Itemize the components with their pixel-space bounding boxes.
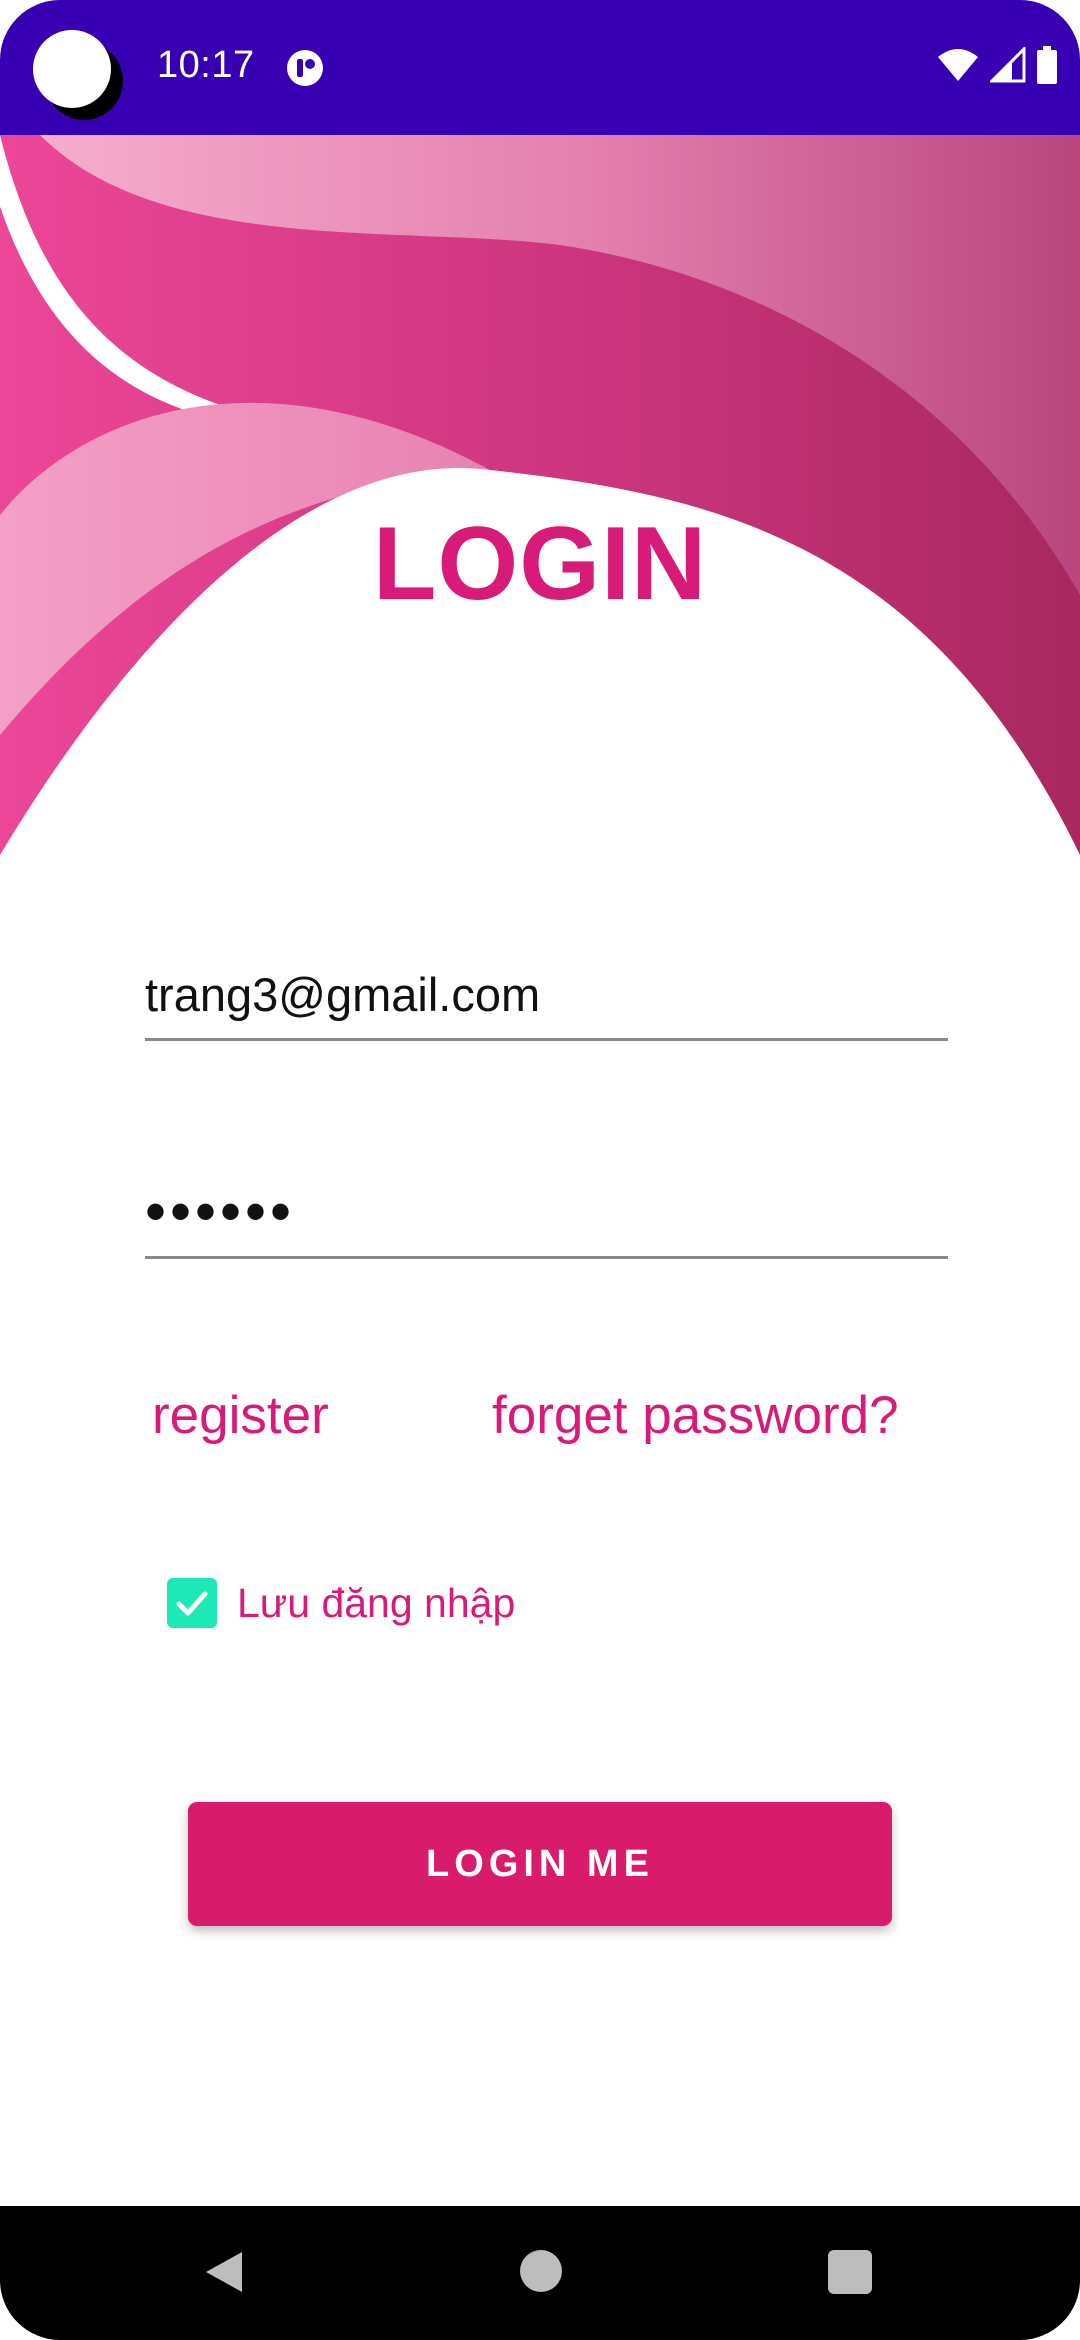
remember-login-label: Lưu đăng nhập <box>237 1579 516 1626</box>
forget-password-link[interactable]: forget password? <box>492 1385 899 1446</box>
status-time: 10:17 <box>157 44 255 86</box>
app-notification-icon <box>285 48 325 93</box>
checkbox-box[interactable] <box>167 1578 217 1628</box>
header-wave-art <box>0 135 1080 855</box>
camera-icon <box>33 30 111 108</box>
password-input[interactable] <box>145 1177 948 1246</box>
navigation-bar <box>0 2206 1080 2340</box>
remember-login-checkbox[interactable]: Lưu đăng nhập <box>167 1578 515 1628</box>
wifi-icon <box>936 47 980 88</box>
recent-apps-icon[interactable] <box>828 2250 872 2294</box>
email-field[interactable] <box>145 948 948 1041</box>
battery-icon <box>1036 46 1058 89</box>
back-icon[interactable] <box>202 2248 246 2301</box>
password-field[interactable] <box>145 1166 948 1259</box>
page-title: LOGIN <box>372 506 708 622</box>
signal-icon <box>988 45 1026 88</box>
home-icon[interactable] <box>520 2250 562 2292</box>
check-icon <box>176 1591 208 1616</box>
status-icons <box>936 45 1058 89</box>
email-input[interactable] <box>145 967 948 1022</box>
register-link[interactable]: register <box>152 1385 329 1446</box>
status-bar: 10:17 <box>0 0 1080 135</box>
login-button[interactable]: LOGIN ME <box>188 1802 892 1926</box>
